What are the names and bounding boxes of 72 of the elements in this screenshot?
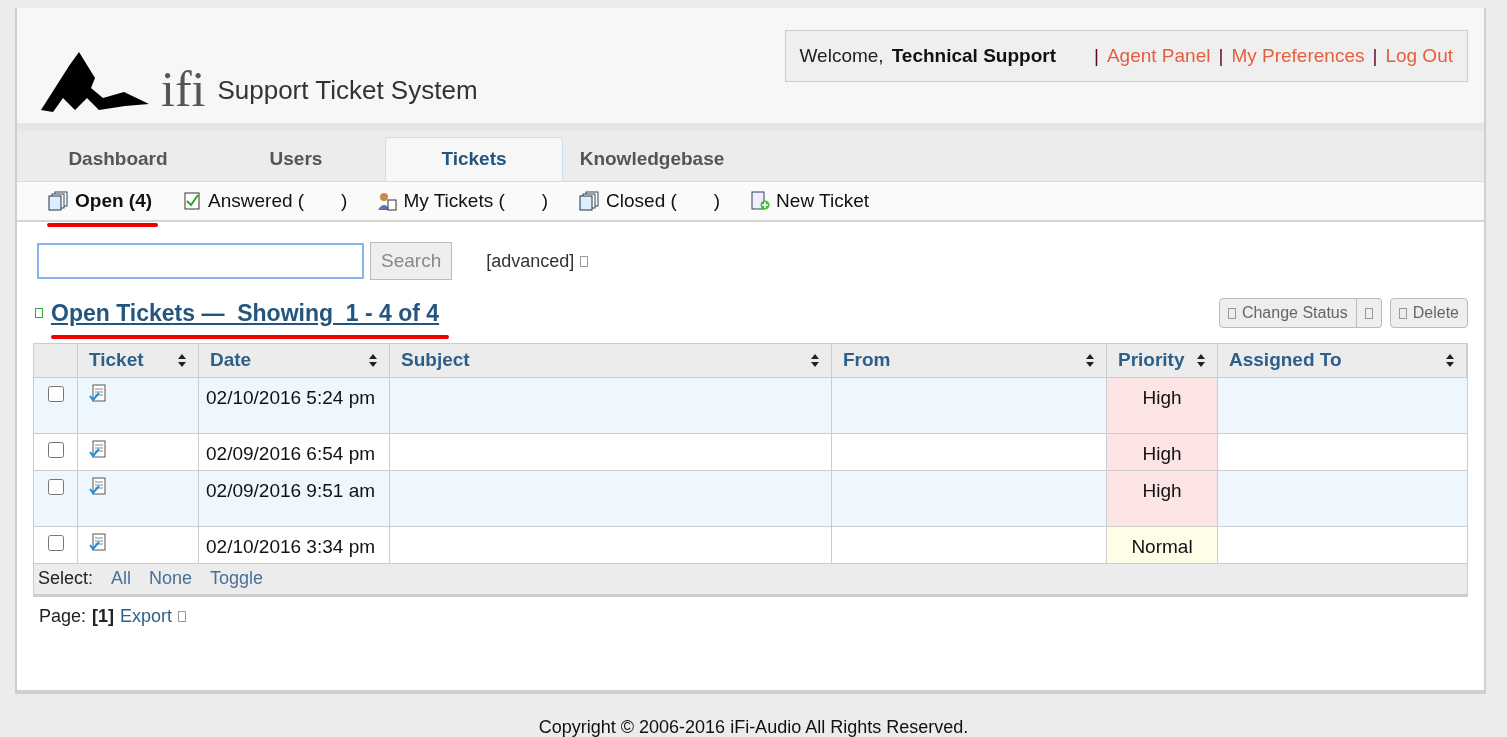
subnav-link[interactable]: Closed ( ) — [578, 186, 721, 216]
nav-tab[interactable]: Dashboard — [29, 137, 207, 181]
page-label: Page: — [39, 604, 87, 628]
system-title: Support Ticket System — [217, 74, 478, 107]
column-header[interactable]: Date — [199, 343, 390, 377]
sort-icon — [1445, 353, 1455, 367]
select-link[interactable]: None — [149, 565, 193, 592]
select-link[interactable]: Toggle — [210, 565, 264, 592]
glyph-icon — [1398, 307, 1407, 319]
column-header[interactable]: Assigned To — [1218, 343, 1467, 377]
ticket-document-icon — [88, 532, 108, 553]
subnav-link[interactable]: My Tickets ( ) — [377, 186, 549, 216]
column-header[interactable]: Ticket — [78, 343, 199, 377]
date-cell: 02/10/2016 5:24 pm — [199, 377, 390, 433]
delete-button[interactable]: Delete — [1389, 298, 1468, 329]
nav-tab[interactable]: Tickets — [385, 137, 563, 181]
nav-tab[interactable]: Users — [207, 137, 385, 181]
sort-icon — [177, 353, 187, 367]
row-checkbox[interactable] — [47, 441, 64, 458]
header-link[interactable]: Agent Panel — [1106, 41, 1211, 71]
header-link[interactable]: Log Out — [1385, 41, 1453, 71]
ticket-document-icon — [88, 476, 108, 497]
user-name: Technical Support — [891, 43, 1056, 68]
advanced-link[interactable]: [advanced] — [486, 247, 575, 275]
search-button[interactable]: Search — [370, 242, 453, 280]
documents-icon — [47, 191, 69, 211]
glyph-icon — [1364, 307, 1373, 319]
change-status-button[interactable]: Change Status — [1218, 298, 1357, 329]
ticket-document-icon — [88, 439, 108, 460]
welcome-label: Welcome, — [799, 43, 884, 68]
copyright-text: Copyright © 2006-2016 iFi-Audio All Rights Reserved. — [538, 716, 969, 737]
sort-icon — [810, 353, 820, 367]
column-header[interactable]: From — [832, 343, 1107, 377]
documents-icon — [578, 191, 601, 211]
sort-icon — [368, 353, 378, 367]
date-cell: 02/10/2016 3:34 pm — [199, 526, 390, 563]
current-page: [1] — [92, 604, 115, 628]
new-document-icon — [750, 191, 771, 211]
row-checkbox[interactable] — [47, 478, 64, 495]
priority-cell: Normal — [1107, 526, 1218, 563]
header-link[interactable]: My Preferences — [1231, 41, 1365, 71]
select-link[interactable]: All — [111, 565, 132, 592]
date-cell: 02/09/2016 6:54 pm — [199, 433, 390, 470]
search-field[interactable] — [37, 243, 364, 279]
date-cell: 02/09/2016 9:51 am — [199, 470, 390, 526]
nav-tab[interactable]: Knowledgebase — [563, 137, 741, 181]
sort-icon — [1196, 353, 1206, 367]
person-document-icon — [377, 191, 398, 211]
sort-icon — [1085, 353, 1095, 367]
priority-cell: High — [1107, 470, 1218, 526]
subnav-link[interactable]: New Ticket — [750, 186, 870, 216]
ticket-document-icon — [88, 383, 108, 404]
glyph-icon — [580, 255, 589, 267]
separator: | — [1218, 43, 1224, 68]
logo-text: ifi — [161, 64, 206, 114]
row-checkbox[interactable] — [47, 385, 64, 402]
row-checkbox[interactable] — [47, 534, 64, 551]
priority-cell: High — [1107, 433, 1218, 470]
export-link[interactable]: Export — [120, 602, 173, 630]
subnav-link[interactable]: Open (4) — [47, 186, 153, 216]
priority-cell: High — [1107, 377, 1218, 433]
list-title: Open Tickets — Showing 1 - 4 of 4 — [51, 296, 440, 331]
column-header[interactable]: Subject — [390, 343, 832, 377]
dropdown-button[interactable] — [1356, 298, 1382, 329]
glyph-icon — [1227, 307, 1236, 319]
select-label: Select: — [38, 567, 94, 590]
subnav-link[interactable]: Answered ( ) — [182, 186, 348, 216]
glyph-icon — [178, 610, 187, 622]
checked-document-icon — [182, 191, 203, 211]
column-header[interactable]: Priority — [1107, 343, 1218, 377]
separator: | — [1094, 43, 1099, 68]
separator: | — [1372, 43, 1378, 68]
